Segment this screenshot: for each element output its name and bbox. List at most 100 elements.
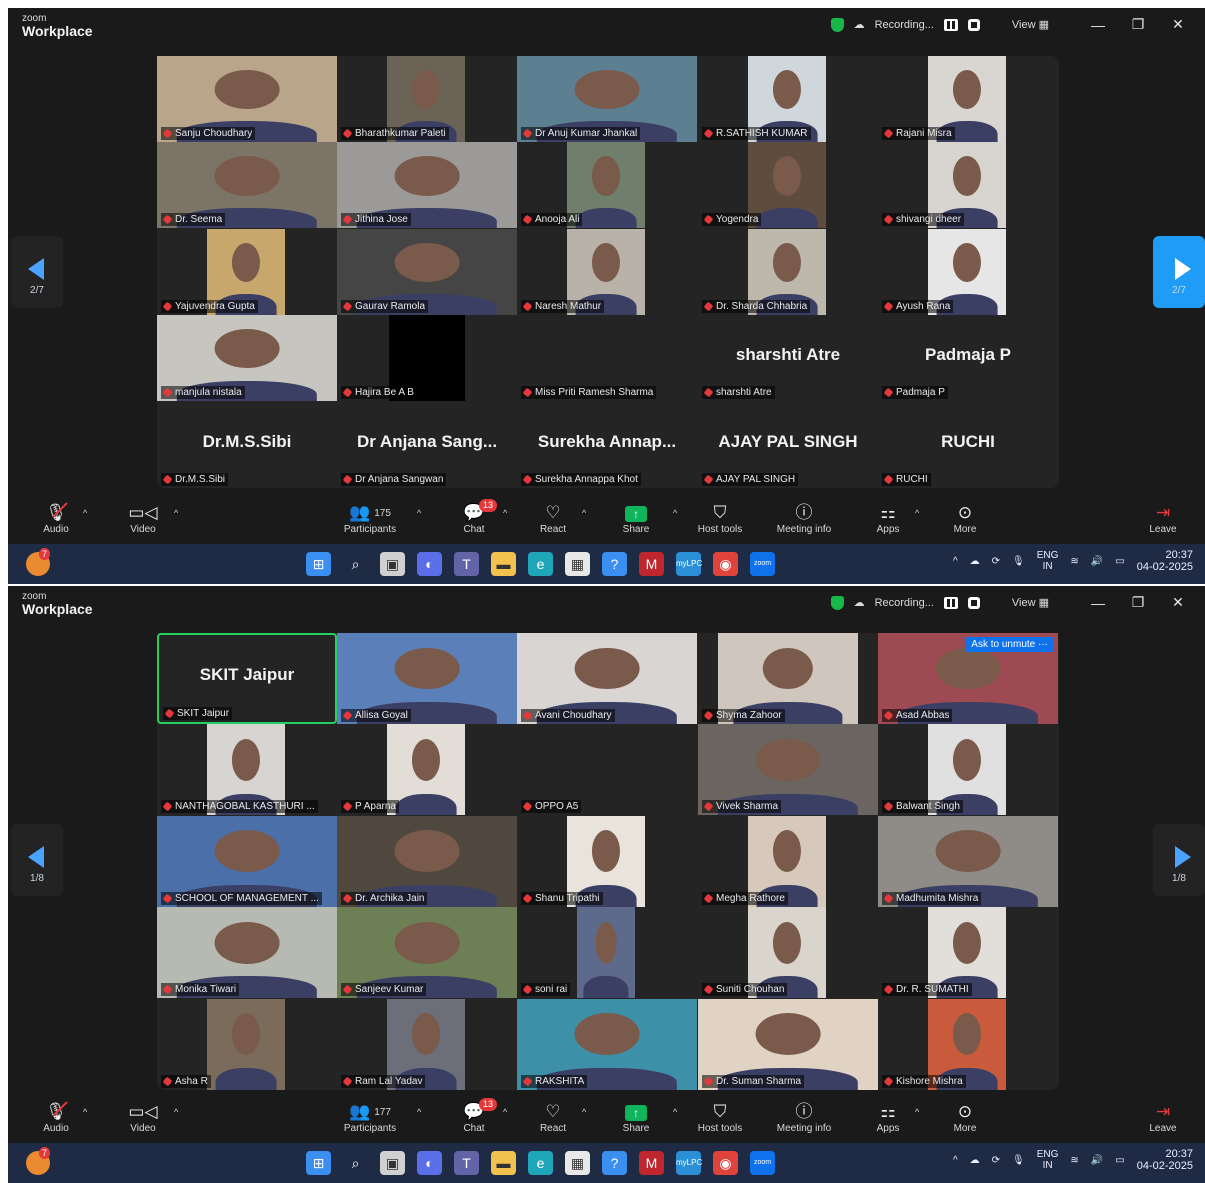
participant-tile[interactable]: AJAY PAL SINGH AJAY PAL SINGH	[698, 402, 878, 488]
zoom-icon[interactable]: zoom	[750, 1151, 775, 1175]
participant-tile[interactable]: Hajira Be A B	[337, 315, 517, 402]
teams-icon[interactable]: T	[454, 1151, 479, 1175]
participant-tile[interactable]: Madhumita Mishra	[878, 815, 1058, 907]
file-explorer-icon[interactable]: ▬	[491, 1151, 516, 1175]
chevron-up-icon[interactable]: ^	[953, 556, 958, 567]
participant-tile[interactable]: Ayush Rana	[878, 228, 1058, 315]
search-icon[interactable]: ⌕	[343, 1151, 368, 1175]
pause-recording-icon[interactable]	[943, 596, 958, 609]
mcafee-icon[interactable]: M	[639, 1151, 664, 1175]
minimize-icon[interactable]: —	[1083, 17, 1113, 33]
help-icon[interactable]: ?	[602, 552, 627, 576]
battery-icon[interactable]: ▭	[1115, 556, 1124, 567]
participant-tile[interactable]: Dr Anjana Sang... Dr Anjana Sangwan	[337, 402, 517, 488]
audio-button[interactable]: 🎙 Audio ^	[11, 502, 101, 535]
participant-tile[interactable]: Kishore Mishra	[878, 998, 1058, 1090]
battery-icon[interactable]: ▭	[1115, 1155, 1124, 1166]
participant-tile[interactable]: SCHOOL OF MANAGEMENT ...	[157, 815, 337, 907]
participant-tile[interactable]: Yajuvendra Gupta	[157, 228, 337, 315]
edge-icon[interactable]: e	[528, 552, 553, 576]
participant-tile[interactable]: NANTHAGOBAL KASTHURI ...	[157, 724, 337, 816]
encryption-shield-icon[interactable]	[830, 17, 844, 32]
wifi-icon[interactable]: ≋	[1070, 1155, 1078, 1166]
participant-tile[interactable]: Vivek Sharma	[698, 724, 878, 816]
cloud-icon[interactable]: ☁	[970, 1155, 980, 1166]
file-explorer-icon[interactable]: ▬	[491, 552, 516, 576]
speaker-icon[interactable]: 🔊	[1091, 556, 1103, 567]
participant-tile[interactable]: RAKSHITA	[517, 998, 697, 1090]
participant-tile[interactable]: Gaurav Ramola	[337, 228, 517, 315]
clock[interactable]: 20:37 04-02-2025	[1137, 549, 1193, 573]
start-menu-icon[interactable]: ⊞	[306, 1151, 331, 1175]
chevron-up-icon[interactable]: ^	[503, 508, 507, 518]
widgets-icon[interactable]: ◐	[417, 1151, 442, 1175]
chrome-icon[interactable]: ◉	[713, 1151, 738, 1175]
close-icon[interactable]: ✕	[1163, 594, 1193, 611]
view-button[interactable]: View ▦	[1012, 596, 1049, 609]
chrome-icon[interactable]: ◉	[713, 552, 738, 576]
wifi-icon[interactable]: ≋	[1070, 556, 1078, 567]
leave-button[interactable]: ⇥ Leave	[1118, 1101, 1205, 1134]
previous-page-button[interactable]: 2/7	[11, 236, 63, 308]
chevron-up-icon[interactable]: ^	[953, 1155, 958, 1166]
audio-button[interactable]: 🎙 Audio ^	[11, 1101, 101, 1134]
participant-tile[interactable]: Naresh Mathur	[517, 228, 697, 315]
chevron-up-icon[interactable]: ^	[83, 1107, 87, 1117]
host-tools-button[interactable]: ⛉ Host tools	[675, 1101, 765, 1134]
minimize-icon[interactable]: —	[1083, 595, 1113, 611]
store-icon[interactable]: ▦	[565, 1151, 590, 1175]
mylpc-icon[interactable]: myLPC	[676, 1151, 702, 1175]
participant-tile[interactable]: Suniti Chouhan	[698, 907, 878, 999]
participant-tile[interactable]: Miss Priti Ramesh Sharma	[517, 315, 697, 401]
participant-tile[interactable]: Megha Rathore	[698, 815, 878, 907]
chevron-up-icon[interactable]: ^	[174, 508, 178, 518]
participant-tile[interactable]: Sanju Choudhary	[157, 56, 337, 142]
participant-tile[interactable]: Dr Anuj Kumar Jhankal	[517, 56, 697, 142]
task-view-icon[interactable]: ▣	[380, 1151, 405, 1175]
chevron-up-icon[interactable]: ^	[174, 1107, 178, 1117]
store-icon[interactable]: ▦	[565, 552, 590, 576]
close-icon[interactable]: ✕	[1163, 16, 1193, 33]
next-page-button[interactable]: 1/8	[1153, 824, 1205, 896]
participant-tile[interactable]: Dr. Archika Jain	[337, 815, 517, 907]
microphone-icon[interactable]: 🎙	[1012, 556, 1025, 567]
chat-button[interactable]: 💬 13 Chat ^	[429, 1098, 519, 1134]
help-icon[interactable]: ?	[602, 1151, 627, 1175]
more-button[interactable]: ⊙ More	[920, 1101, 1010, 1134]
participant-tile[interactable]: Sanjeev Kumar	[337, 907, 517, 999]
start-menu-icon[interactable]: ⊞	[306, 552, 331, 576]
participant-tile[interactable]: R.SATHISH KUMAR	[698, 56, 878, 142]
participant-tile[interactable]: Shanu Tripathi	[517, 815, 697, 907]
video-button[interactable]: ▭◁ Video ^	[98, 1101, 188, 1134]
previous-page-button[interactable]: 1/8	[11, 824, 63, 896]
chevron-up-icon[interactable]: ^	[417, 508, 421, 518]
ask-to-unmute-button[interactable]: Ask to unmute ···	[965, 637, 1054, 652]
zoom-icon[interactable]: zoom	[750, 552, 775, 576]
react-button[interactable]: ♡ React ^	[508, 502, 598, 535]
stop-recording-icon[interactable]	[967, 596, 980, 609]
chevron-up-icon[interactable]: ^	[915, 508, 919, 518]
teams-icon[interactable]: T	[454, 552, 479, 576]
chevron-up-icon[interactable]: ^	[582, 508, 586, 518]
share-button[interactable]: ↑ Share ^	[591, 502, 681, 535]
participant-tile[interactable]: Bharathkumar Paleti	[337, 56, 517, 142]
participants-button[interactable]: 👥 177 Participants ^	[325, 1101, 421, 1134]
chat-button[interactable]: 💬 13 Chat ^	[429, 499, 519, 535]
weather-widget-icon[interactable]: 7	[26, 1147, 51, 1175]
participant-tile[interactable]: Dr. Sharda Chhabria	[698, 228, 878, 315]
cloud-icon[interactable]: ☁	[970, 556, 980, 567]
share-button[interactable]: ↑ Share ^	[591, 1101, 681, 1134]
mylpc-icon[interactable]: myLPC	[676, 552, 702, 576]
participant-tile[interactable]: Dr. Suman Sharma	[698, 998, 878, 1090]
participant-tile[interactable]: sharshti Atre sharshti Atre	[698, 315, 878, 401]
microphone-icon[interactable]: 🎙	[1012, 1155, 1025, 1166]
stop-recording-icon[interactable]	[967, 18, 980, 31]
weather-widget-icon[interactable]: 7	[26, 548, 51, 576]
edge-icon[interactable]: e	[528, 1151, 553, 1175]
participant-tile[interactable]: soni rai	[517, 907, 697, 999]
more-button[interactable]: ⊙ More	[920, 502, 1010, 535]
video-button[interactable]: ▭◁ Video ^	[98, 502, 188, 535]
sync-icon[interactable]: ⟳	[992, 556, 1000, 567]
speaker-icon[interactable]: 🔊	[1091, 1155, 1103, 1166]
chevron-up-icon[interactable]: ^	[503, 1107, 507, 1117]
